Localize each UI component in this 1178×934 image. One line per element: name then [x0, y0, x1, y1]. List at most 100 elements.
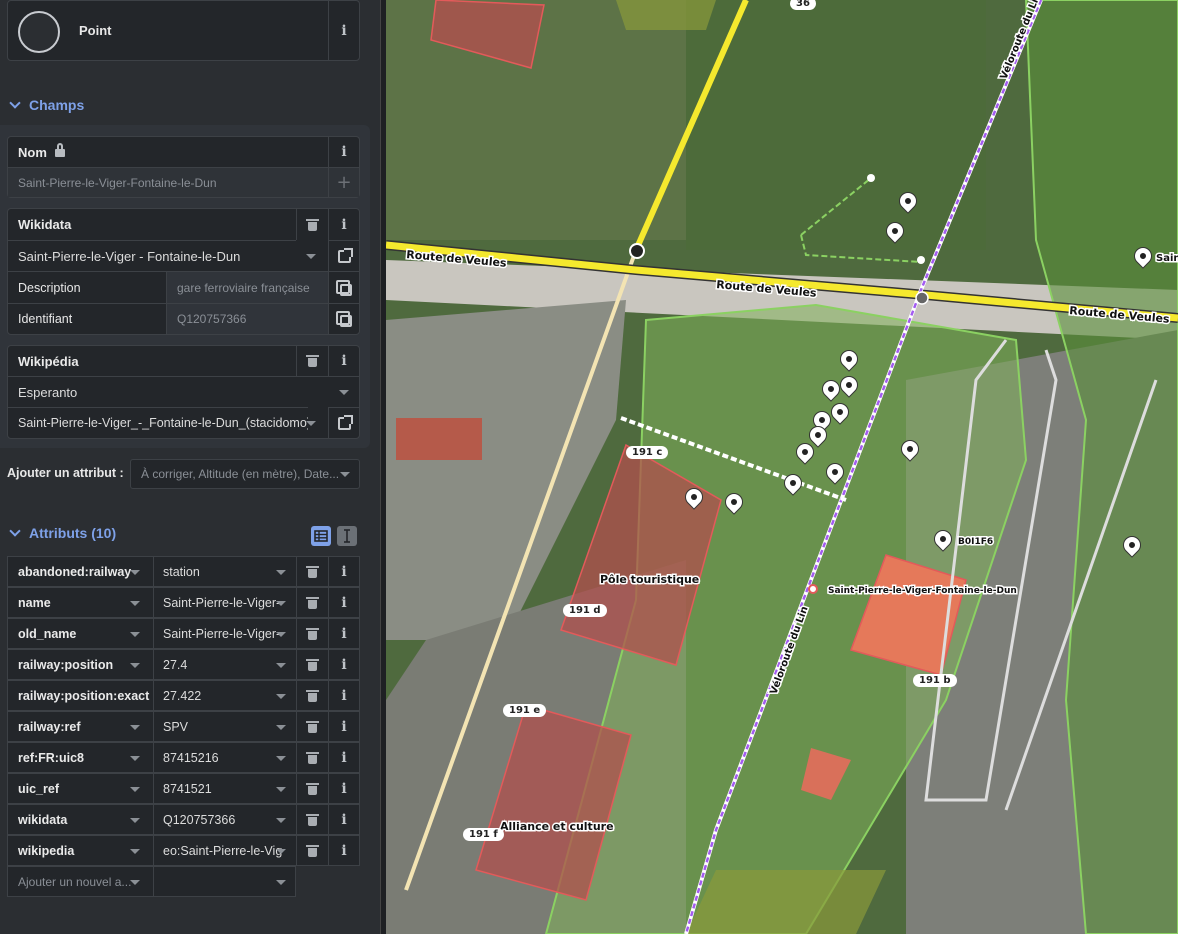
name-input[interactable]: Saint-Pierre-le-Viger-Fontaine-le-Dun	[8, 167, 328, 197]
wikipedia-open-link-button[interactable]	[328, 407, 359, 438]
name-label-text: Nom	[18, 144, 47, 160]
tag-value[interactable]: 8741521	[153, 774, 296, 803]
chevron-down-icon[interactable]	[276, 694, 286, 699]
chevron-down-icon[interactable]	[276, 663, 286, 668]
tag-delete-button[interactable]	[296, 712, 328, 741]
crossing-vertex[interactable]	[915, 291, 929, 305]
wikidata-delete-button[interactable]	[296, 209, 328, 240]
copy-description-button[interactable]	[328, 271, 359, 303]
wikipedia-language-select[interactable]: Esperanto	[8, 376, 359, 407]
chevron-down-icon[interactable]	[130, 725, 140, 730]
chevron-down-icon[interactable]	[276, 849, 286, 854]
tag-delete-button[interactable]	[296, 619, 328, 648]
tag-info-button[interactable]: i	[328, 805, 359, 834]
chevron-down-icon[interactable]	[276, 818, 286, 823]
tag-value[interactable]: eo:Saint-Pierre-le-Vig	[153, 836, 296, 865]
chevron-down-icon[interactable]	[130, 570, 140, 575]
chevron-down-icon[interactable]	[130, 818, 140, 823]
inspector-sidebar: Point i Champs Nom i Saint-Pierre-le-Vig…	[0, 0, 383, 934]
tag-info-button[interactable]: i	[328, 588, 359, 617]
tag-info-button[interactable]: i	[328, 712, 359, 741]
wikipedia-title-input[interactable]: Saint-Pierre-le-Viger_-_Fontaine-le-Dun_…	[8, 407, 308, 438]
map-canvas[interactable]: Route de Veules Route de Veules Route de…	[386, 0, 1178, 934]
preset-info-button[interactable]: i	[328, 1, 359, 60]
tag-value[interactable]: station	[153, 557, 296, 586]
wikipedia-info-button[interactable]: i	[328, 346, 359, 376]
tag-delete-button[interactable]	[296, 557, 328, 586]
text-view-toggle[interactable]	[337, 526, 357, 546]
tag-delete-button[interactable]	[296, 774, 328, 803]
chevron-down-icon[interactable]	[130, 787, 140, 792]
chevron-down-icon[interactable]	[276, 570, 286, 575]
path-vertex[interactable]	[867, 174, 875, 182]
tag-info-button[interactable]: i	[328, 681, 359, 710]
preset-box[interactable]: Point i	[7, 0, 360, 61]
list-view-toggle[interactable]	[311, 526, 331, 546]
map-view[interactable]: Route de Veules Route de Veules Route de…	[386, 0, 1178, 934]
wikidata-input[interactable]: Saint-Pierre-le-Viger - Fontaine-le-Dun	[8, 240, 296, 271]
tag-delete-button[interactable]	[296, 588, 328, 617]
fields-section-header[interactable]: Champs	[8, 97, 84, 113]
tag-info-button[interactable]: i	[328, 619, 359, 648]
new-tag-value-input[interactable]	[153, 867, 296, 896]
tag-info-button[interactable]: i	[328, 743, 359, 772]
chevron-down-icon[interactable]	[276, 756, 286, 761]
chevron-down-icon[interactable]	[276, 632, 286, 637]
tag-delete-button[interactable]	[296, 681, 328, 710]
new-tag-row: Ajouter un nouvel a...	[7, 866, 296, 897]
wikidata-label: Wikidata	[18, 217, 72, 232]
tag-value[interactable]: Saint-Pierre-le-Viger-	[153, 588, 296, 617]
house-number: 36	[790, 0, 816, 10]
tag-key[interactable]: railway:position:exact	[8, 681, 153, 710]
chevron-down-icon[interactable]	[276, 601, 286, 606]
copy-icon	[336, 311, 352, 327]
tag-value[interactable]: 87415216	[153, 743, 296, 772]
tag-row: railway:ref SPV i	[7, 711, 360, 742]
tag-row: abandoned:railway station i	[7, 556, 360, 587]
wikidata-field: Wikidata i Saint-Pierre-le-Viger - Fonta…	[7, 208, 360, 335]
station-label: Saint-Pierre-le-Viger-Fontaine-le-Dun	[828, 586, 1017, 596]
tag-info-button[interactable]: i	[328, 836, 359, 865]
tag-row: wikidata Q120757366 i	[7, 804, 360, 835]
tag-delete-button[interactable]	[296, 805, 328, 834]
add-field-combobox[interactable]: À corriger, Altitude (en mètre), Date...	[130, 459, 360, 489]
tag-delete-button[interactable]	[296, 836, 328, 865]
tag-value[interactable]: SPV	[153, 712, 296, 741]
chevron-down-icon	[9, 525, 21, 537]
attributes-section-header[interactable]: Attributs (10)	[8, 525, 116, 541]
chevron-down-icon[interactable]	[130, 601, 140, 606]
tag-info-button[interactable]: i	[328, 774, 359, 803]
chevron-down-icon[interactable]	[276, 880, 286, 885]
tag-delete-button[interactable]	[296, 743, 328, 772]
tag-delete-button[interactable]	[296, 650, 328, 679]
station-point[interactable]	[808, 584, 818, 594]
preset-name: Point	[79, 23, 112, 38]
wikipedia-dropdown-caret[interactable]	[306, 421, 316, 426]
tag-value[interactable]: Q120757366	[153, 805, 296, 834]
chevron-down-icon[interactable]	[130, 880, 140, 885]
chevron-down-icon[interactable]	[130, 663, 140, 668]
name-info-button[interactable]: i	[328, 137, 359, 167]
chevron-down-icon[interactable]	[276, 787, 286, 792]
wikidata-info-button[interactable]: i	[328, 209, 359, 240]
chevron-down-icon[interactable]	[130, 849, 140, 854]
tag-value[interactable]: Saint-Pierre-le-Viger-	[153, 619, 296, 648]
wikidata-dropdown-caret[interactable]	[306, 254, 316, 259]
tag-value[interactable]: 27.422	[153, 681, 296, 710]
copy-id-button[interactable]	[328, 303, 359, 334]
chevron-down-icon[interactable]	[130, 756, 140, 761]
language-dropdown-caret[interactable]	[339, 390, 349, 395]
path-vertex[interactable]	[917, 256, 925, 264]
wikipedia-delete-button[interactable]	[296, 346, 328, 376]
chevron-down-icon[interactable]	[276, 725, 286, 730]
wikidata-open-link-button[interactable]	[328, 240, 359, 271]
chevron-down-icon	[9, 97, 21, 109]
house-number: 191 c	[626, 446, 669, 459]
tag-info-button[interactable]: i	[328, 557, 359, 586]
tag-value[interactable]: 27.4	[153, 650, 296, 679]
chevron-down-icon[interactable]	[130, 632, 140, 637]
add-localized-name-button[interactable]: +	[328, 167, 359, 197]
tag-info-button[interactable]: i	[328, 650, 359, 679]
selected-vertex[interactable]	[629, 243, 645, 259]
chevron-down-icon[interactable]	[340, 472, 350, 477]
